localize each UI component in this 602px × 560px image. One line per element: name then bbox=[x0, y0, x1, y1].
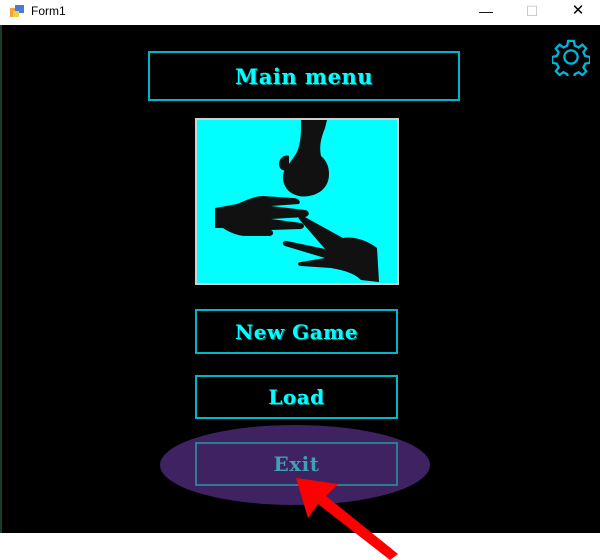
main-menu-title: Main menu bbox=[148, 51, 460, 101]
minimize-button[interactable]: — bbox=[463, 0, 509, 24]
close-button[interactable]: ✕ bbox=[555, 0, 601, 24]
app-icon bbox=[10, 5, 24, 17]
gear-icon[interactable] bbox=[552, 38, 590, 76]
hands-icon bbox=[215, 120, 379, 282]
maximize-button[interactable]: ☐ bbox=[509, 0, 555, 24]
window-title: Form1 bbox=[31, 4, 66, 18]
new-game-button[interactable]: New Game bbox=[195, 309, 398, 354]
red-arrow-icon bbox=[296, 478, 398, 560]
rock-paper-scissors-image bbox=[195, 118, 399, 285]
app-window: Form1 — ☐ ✕ Main menu New Game Load Exit bbox=[0, 0, 602, 560]
title-bar[interactable]: Form1 — ☐ ✕ bbox=[0, 0, 602, 24]
load-button[interactable]: Load bbox=[195, 375, 398, 419]
